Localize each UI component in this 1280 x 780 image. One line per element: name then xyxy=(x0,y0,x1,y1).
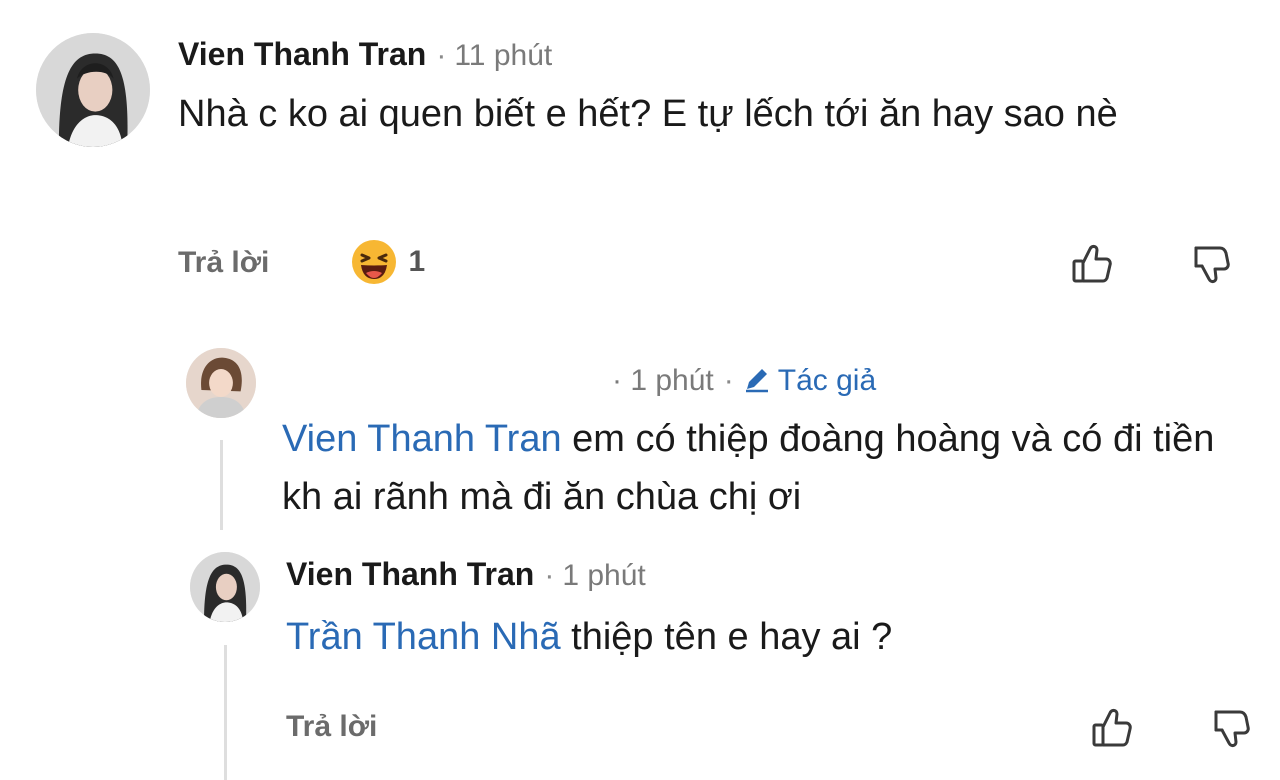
mention-link[interactable]: Vien Thanh Tran xyxy=(282,418,562,460)
reaction-count: 1 xyxy=(408,245,426,278)
comment-author[interactable]: Vien Thanh Tran xyxy=(178,36,426,72)
comment-header: Vien Thanh Tran · 1 phút xyxy=(286,556,646,593)
thread-line xyxy=(224,645,227,780)
reply-button[interactable]: Trả lời xyxy=(286,710,377,744)
avatar[interactable] xyxy=(190,552,260,622)
separator-dot: · xyxy=(723,364,734,397)
thumbs-down-icon[interactable] xyxy=(1186,240,1234,288)
pencil-icon xyxy=(745,369,768,393)
comment-text: Vien Thanh Tran em có thiệp đoàng hoàng … xyxy=(282,410,1262,526)
thumbs-up-icon[interactable] xyxy=(1068,240,1116,288)
separator-dot: · xyxy=(544,559,555,592)
comment-text-content: thiệp tên e hay ai ? xyxy=(560,616,893,658)
author-badge: Tác giả xyxy=(742,364,876,397)
separator-dot: · xyxy=(436,39,447,72)
comment-header: Vien Thanh Tran · 11 phút xyxy=(178,36,552,73)
avatar-photo xyxy=(186,348,256,418)
avatar[interactable] xyxy=(36,33,150,147)
thread-line xyxy=(220,440,223,530)
avatar-photo xyxy=(36,33,150,147)
author-badge-label: Tác giả xyxy=(777,364,877,397)
reply-button[interactable]: Trả lời xyxy=(178,246,269,280)
avatar[interactable] xyxy=(186,348,256,418)
mention-link[interactable]: Trần Thanh Nhã xyxy=(286,616,561,658)
comment-text: Trần Thanh Nhã thiệp tên e hay ai ? xyxy=(286,608,1246,666)
avatar-photo xyxy=(190,552,260,622)
comment-header: · 1 phút · Tác giả xyxy=(612,361,876,398)
reaction-summary[interactable]: 1 xyxy=(350,238,425,288)
comment-time[interactable]: 11 phút xyxy=(454,39,552,72)
comment-author[interactable]: Vien Thanh Tran xyxy=(286,556,534,592)
separator-dot: · xyxy=(612,364,631,397)
comment-time[interactable]: 1 phút xyxy=(630,364,713,397)
thumbs-up-icon[interactable] xyxy=(1088,704,1136,752)
comment-text: Nhà c ko ai quen biết e hết? E tự lếch t… xyxy=(178,93,1118,135)
comment-time[interactable]: 1 phút xyxy=(562,559,645,592)
laughing-emoji-icon xyxy=(352,240,396,284)
comment-thread: Vien Thanh Tran · 11 phút Nhà c ko ai quen… xyxy=(0,0,1280,780)
thumbs-down-icon[interactable] xyxy=(1206,704,1254,752)
